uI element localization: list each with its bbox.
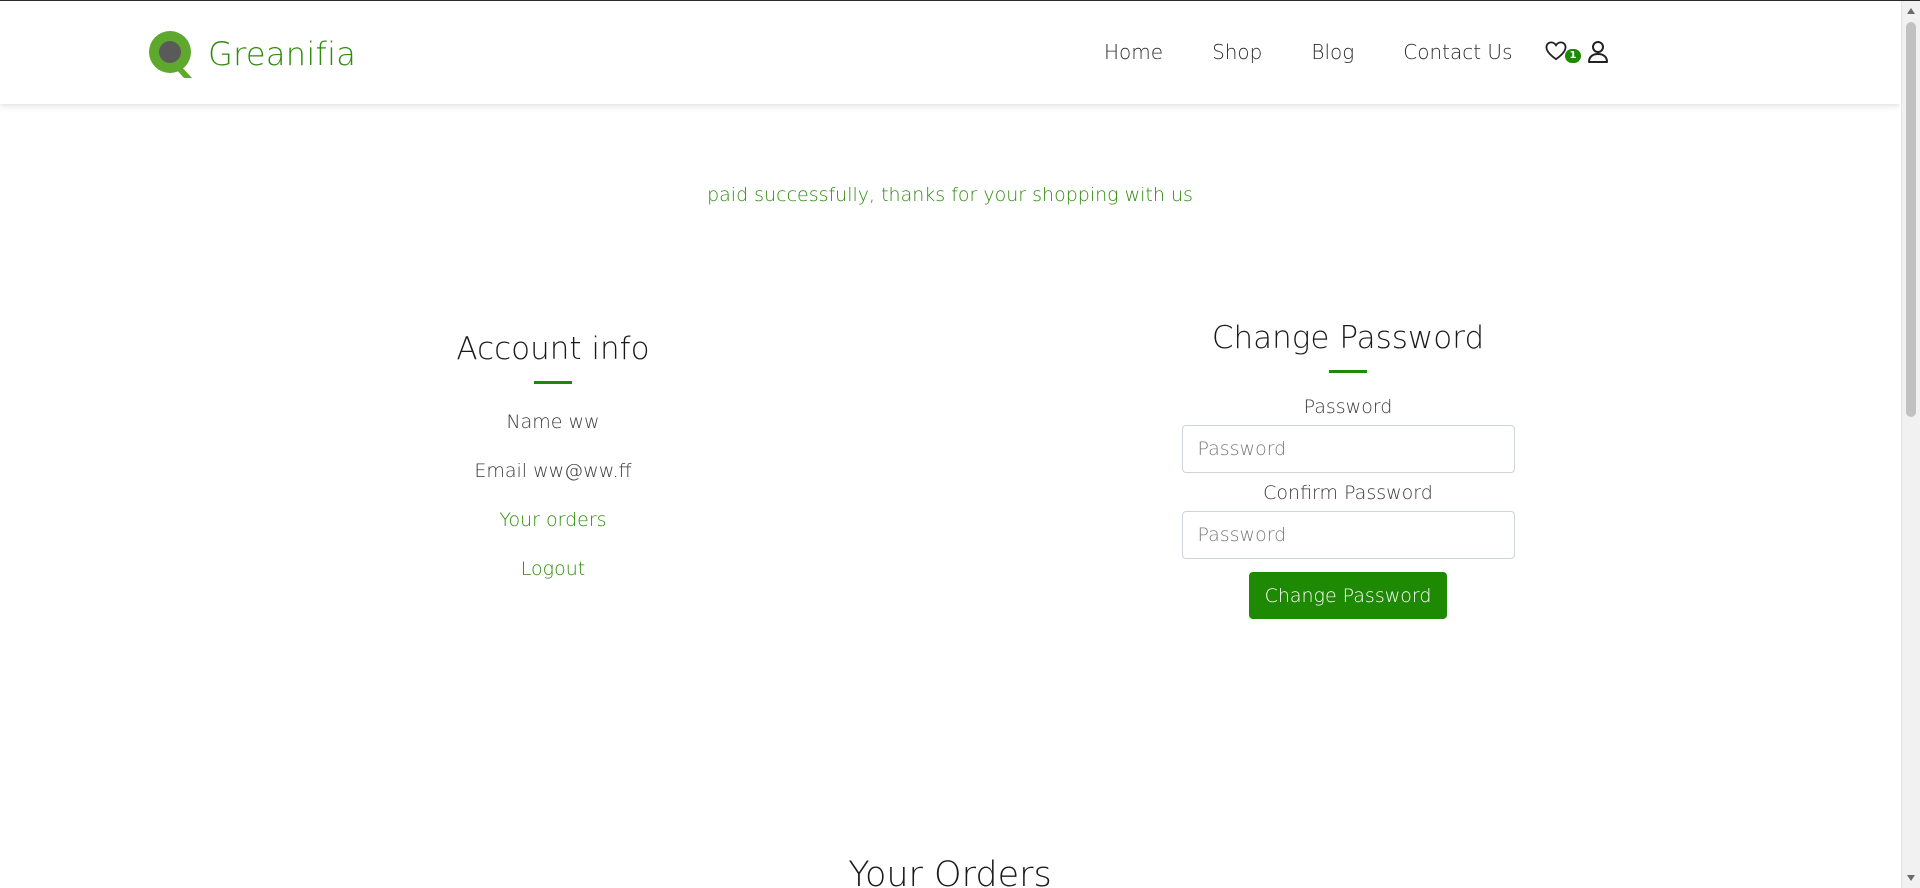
account-email: Email ww@ww.ff bbox=[474, 460, 632, 482]
title-divider bbox=[534, 381, 572, 384]
scroll-up-arrow-icon[interactable] bbox=[1907, 8, 1915, 14]
scroll-down-arrow-icon[interactable] bbox=[1907, 875, 1915, 881]
confirm-password-input[interactable] bbox=[1181, 511, 1515, 559]
payment-success-message: paid successfully, thanks for your shopp… bbox=[707, 184, 1193, 206]
heart-icon bbox=[1545, 41, 1567, 61]
logout-link[interactable]: Logout bbox=[521, 556, 585, 582]
your-orders-link[interactable]: Your orders bbox=[499, 507, 606, 533]
page-scrollbar[interactable] bbox=[1901, 1, 1920, 888]
nav-link-contact[interactable]: Contact Us bbox=[1403, 39, 1512, 65]
nav-link-blog[interactable]: Blog bbox=[1311, 39, 1354, 65]
account-info-title: Account info bbox=[456, 331, 650, 367]
nav-link-home[interactable]: Home bbox=[1104, 39, 1163, 65]
brand-name: Greanifia bbox=[208, 35, 357, 73]
nav-link-shop[interactable]: Shop bbox=[1212, 39, 1262, 65]
wishlist-count-badge: 1 bbox=[1565, 49, 1581, 63]
change-password-section: Change Password Password Confirm Passwor… bbox=[1148, 316, 1548, 619]
title-divider bbox=[1329, 370, 1367, 373]
main-nav: Home Shop Blog Contact Us bbox=[1104, 39, 1513, 65]
scrollbar-thumb[interactable] bbox=[1906, 22, 1916, 417]
user-icon bbox=[1588, 41, 1608, 63]
page: Greanifia Home Shop Blog Contact Us 1 pa… bbox=[0, 1, 1900, 888]
logo-icon bbox=[146, 28, 198, 80]
account-name: Name ww bbox=[506, 411, 600, 433]
password-label: Password bbox=[1303, 396, 1393, 418]
account-button[interactable] bbox=[1587, 40, 1609, 64]
change-password-title: Change Password bbox=[1211, 320, 1485, 356]
change-password-button[interactable]: Change Password bbox=[1248, 572, 1448, 619]
password-input[interactable] bbox=[1181, 425, 1515, 473]
wishlist-button[interactable]: 1 bbox=[1545, 41, 1581, 63]
account-info-section: Account info Name ww Email ww@ww.ff Your… bbox=[353, 327, 753, 582]
brand-logo[interactable]: Greanifia bbox=[146, 28, 356, 80]
navbar: Greanifia Home Shop Blog Contact Us 1 bbox=[0, 1, 1900, 104]
your-orders-title: Your Orders bbox=[848, 855, 1052, 888]
confirm-password-label: Confirm Password bbox=[1263, 482, 1433, 504]
nav-icons: 1 bbox=[1545, 40, 1609, 64]
